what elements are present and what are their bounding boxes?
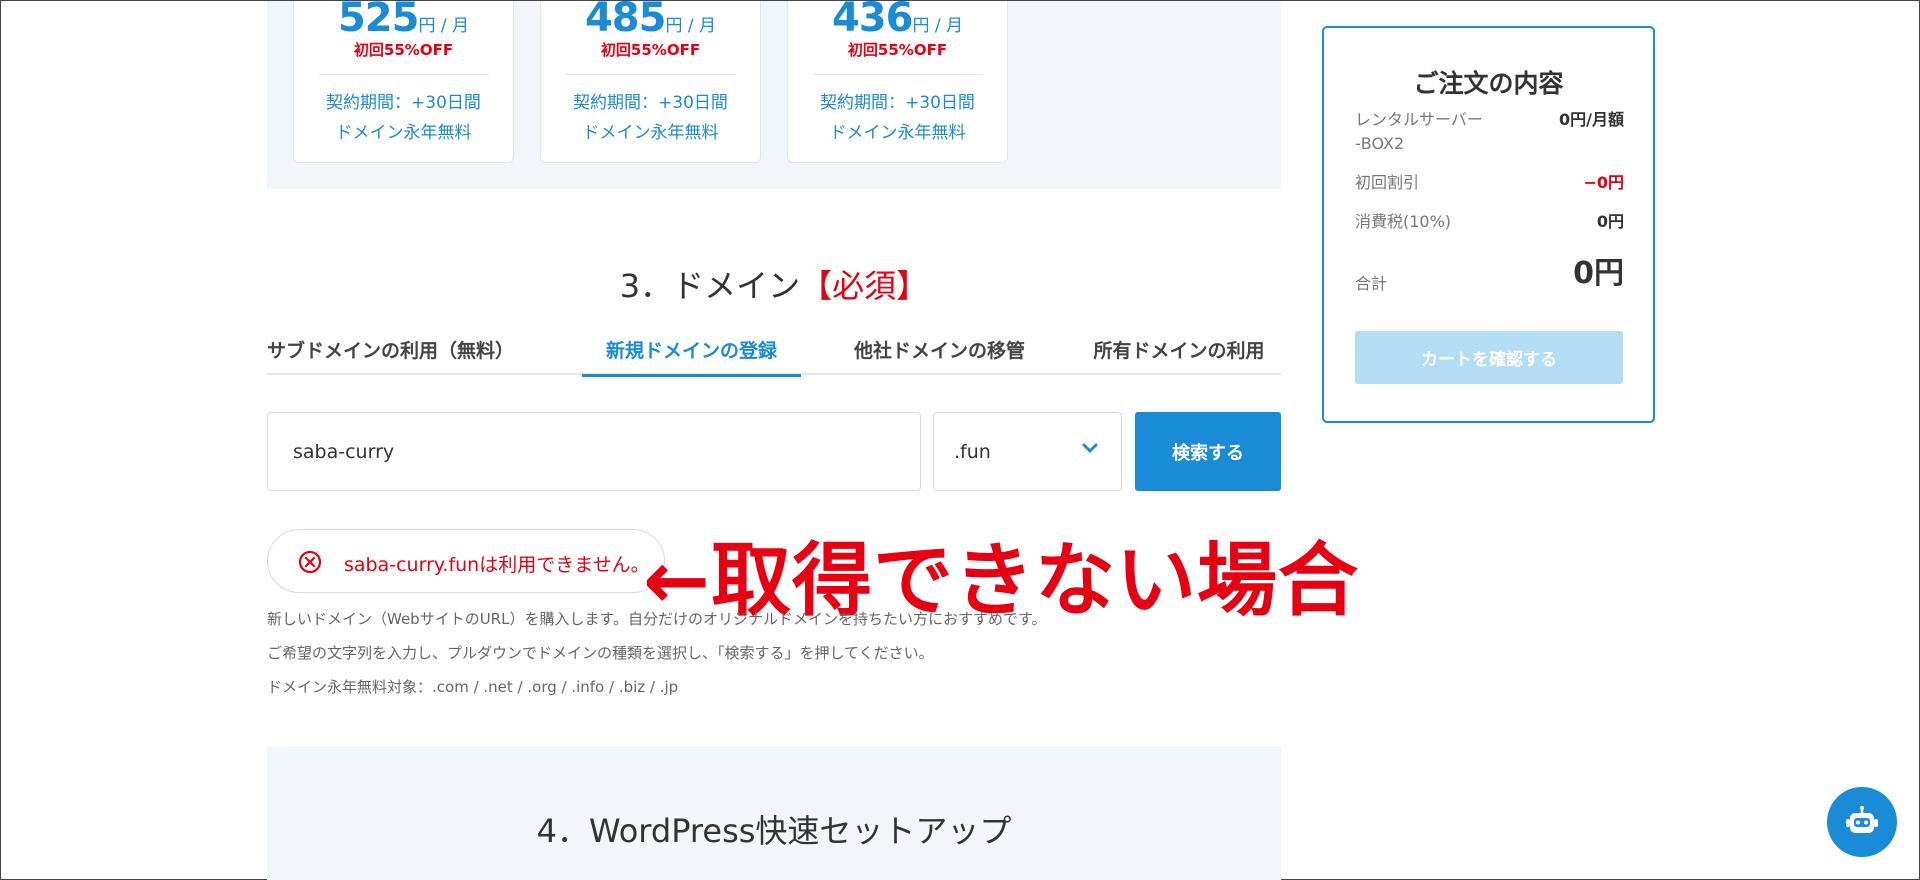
- plan-discount: 初回55%OFF: [600, 41, 701, 59]
- order-row-amount: 0円: [1596, 212, 1624, 231]
- error-message-pill: saba-curry.funは利用できません。: [267, 529, 665, 593]
- help-text-line-2: ご希望の文字列を入力し、プルダウンでドメインの種類を選択し、「検索する」を押して…: [267, 644, 934, 662]
- section-title-text: 3．ドメイン: [619, 267, 801, 305]
- order-row-label: 消費税(10%): [1355, 212, 1452, 231]
- order-total-amount: 0円: [1573, 256, 1624, 291]
- tab-subdomain[interactable]: サブドメインの利用（無料）: [267, 333, 514, 375]
- plan-term: 契約期間：+30日間: [573, 93, 728, 113]
- tab-new-domain[interactable]: 新規ドメインの登録: [582, 333, 801, 377]
- plan-discount: 初回55%OFF: [847, 41, 948, 59]
- divider: [318, 74, 489, 75]
- help-text-line-1: 新しいドメイン（WebサイトのURL）を購入します。自分だけのオリジナルドメイン…: [267, 610, 1047, 628]
- required-mark: 【必須】: [800, 267, 929, 305]
- domain-search-input[interactable]: [267, 412, 921, 491]
- divider: [812, 74, 983, 75]
- wordpress-section-title: 4．WordPress快速セットアップ: [536, 812, 1012, 850]
- order-summary-panel: ご注文の内容 レンタルサーバー -BOX2 0円/月額 初回割引 −0円 消費税…: [1322, 26, 1655, 423]
- tab-owned-domain[interactable]: 所有ドメインの利用: [1077, 333, 1281, 375]
- plan-domain: ドメイン永年無料: [829, 123, 966, 143]
- plan-domain: ドメイン永年無料: [335, 123, 472, 143]
- order-total-label: 合計: [1355, 274, 1388, 293]
- plan-card-2[interactable]: 485円 / 月 初回55%OFF 契約期間：+30日間 ドメイン永年無料: [540, 0, 761, 163]
- divider: [565, 74, 736, 75]
- plan-band: 525円 / 月 初回55%OFF 契約期間：+30日間 ドメイン永年無料 48…: [267, 0, 1281, 189]
- order-row-amount: −0円: [1583, 173, 1624, 192]
- plan-price: 436円 / 月: [831, 0, 964, 41]
- robot-icon: [1846, 806, 1878, 833]
- plan-card-3[interactable]: 436円 / 月 初回55%OFF 契約期間：+30日間 ドメイン永年無料: [787, 0, 1008, 163]
- order-row-label: 初回割引: [1355, 173, 1420, 192]
- plan-term: 契約期間：+30日間: [820, 93, 975, 113]
- plan-discount: 初回55%OFF: [353, 41, 454, 59]
- plan-term: 契約期間：+30日間: [326, 93, 481, 113]
- tld-selected-value: .fun: [954, 441, 991, 463]
- order-summary-title: ご注文の内容: [1413, 69, 1564, 98]
- chat-bot-button[interactable]: [1827, 787, 1897, 857]
- plan-price: 485円 / 月: [584, 0, 717, 41]
- domain-section-title: 3．ドメイン【必須】: [267, 261, 1281, 307]
- x-circle-icon: [298, 550, 322, 574]
- tab-transfer-domain[interactable]: 他社ドメインの移管: [840, 333, 1039, 375]
- order-row-amount: 0円/月額: [1559, 110, 1624, 129]
- error-message-text: saba-curry.funは利用できません。: [344, 554, 650, 576]
- order-row-label: レンタルサーバー -BOX2: [1355, 110, 1483, 153]
- wordpress-section: 4．WordPress快速セットアップ: [267, 746, 1281, 880]
- plan-price: 525円 / 月: [337, 0, 470, 41]
- search-button[interactable]: 検索する: [1135, 412, 1281, 491]
- chevron-down-icon: [1082, 443, 1098, 453]
- domain-tabs: サブドメインの利用（無料） 新規ドメインの登録 他社ドメインの移管 所有ドメイン…: [267, 333, 1281, 377]
- plan-card-1[interactable]: 525円 / 月 初回55%OFF 契約期間：+30日間 ドメイン永年無料: [293, 0, 514, 163]
- tld-select[interactable]: .fun: [933, 412, 1122, 491]
- help-text-line-3: ドメイン永年無料対象：.com / .net / .org / .info / …: [267, 678, 679, 696]
- plan-domain: ドメイン永年無料: [582, 123, 719, 143]
- view-cart-button[interactable]: カートを確認する: [1355, 331, 1623, 384]
- order-row-server: レンタルサーバー -BOX2 0円/月額: [1355, 108, 1624, 156]
